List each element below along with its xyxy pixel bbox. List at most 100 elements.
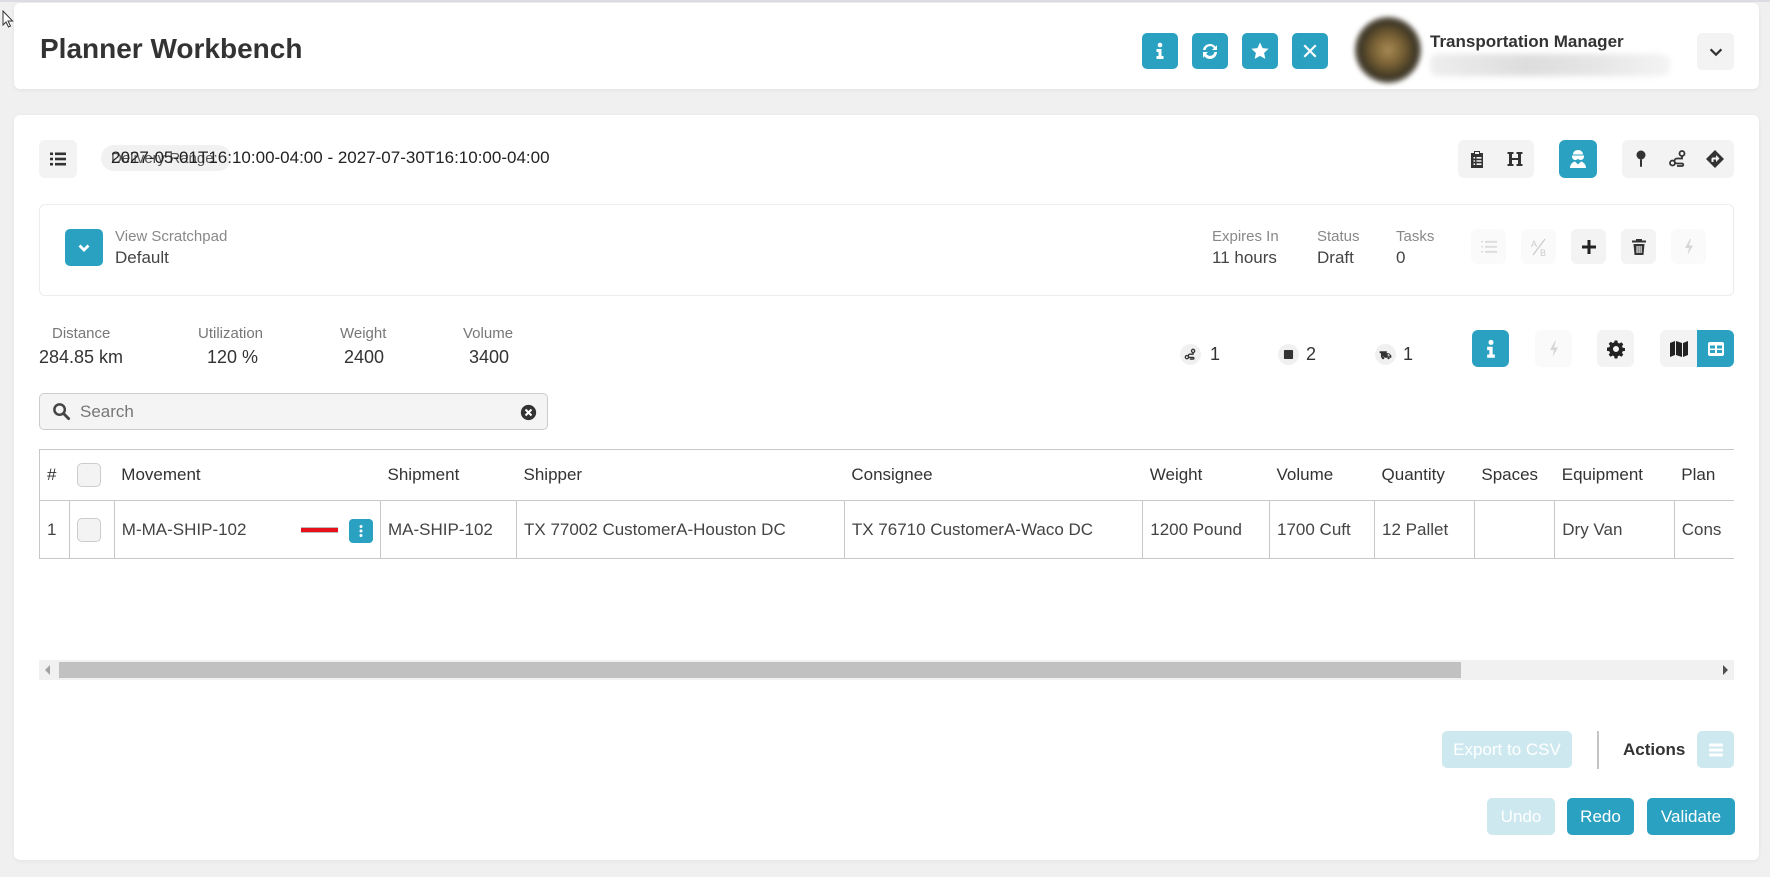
weight-value: 2400 <box>344 347 385 367</box>
row-checkbox[interactable] <box>77 517 102 542</box>
delivery-range-value: 2027-05-01T16:10:00-04:00 - 2027-07-30T1… <box>111 148 550 167</box>
settings-button[interactable] <box>1597 330 1634 367</box>
column-header-plan[interactable]: Plan <box>1674 449 1734 501</box>
movement-id[interactable]: M-MA-SHIP-102 <box>122 520 247 539</box>
delivery-range-filter[interactable]: Delivery Range: 2027-05-01T16:10:00-04:0… <box>101 145 550 171</box>
menu-toggle-button[interactable] <box>39 140 77 178</box>
optimize-button[interactable] <box>1535 330 1572 367</box>
map-view-button[interactable] <box>1660 330 1697 367</box>
error-indicator <box>300 527 338 533</box>
column-header-equipment[interactable]: Equipment <box>1554 449 1675 501</box>
utilization-value: 120 % <box>207 347 259 367</box>
quick-action-button[interactable] <box>1671 229 1706 264</box>
route-button[interactable] <box>1659 140 1696 178</box>
scrollbar-thumb[interactable] <box>59 662 1461 678</box>
shipper-cell: TX 77002 CustomerA-Houston DC <box>516 500 845 559</box>
truck-count: 1 <box>1403 344 1414 364</box>
hamburger-icon <box>1708 743 1723 756</box>
task-list-button[interactable] <box>1471 229 1506 264</box>
weight-label: Weight <box>340 325 387 342</box>
gear-icon <box>1606 340 1625 358</box>
refresh-button[interactable] <box>1192 33 1228 69</box>
utilization-label: Utilization <box>198 325 264 342</box>
row-menu-button[interactable] <box>348 519 373 543</box>
column-header-movement[interactable]: Movement <box>114 449 381 501</box>
undo-button[interactable]: Undo <box>1487 798 1555 835</box>
column-header-number[interactable]: # <box>40 449 70 501</box>
clipboard-icon <box>1471 151 1483 168</box>
export-csv-button[interactable]: Export to CSV <box>1442 731 1572 768</box>
user-name-redacted <box>1430 54 1670 76</box>
map-tools-group <box>1622 140 1734 178</box>
column-header-quantity[interactable]: Quantity <box>1374 449 1475 501</box>
compare-button[interactable]: AB <box>1521 229 1556 264</box>
tasks-value: 0 <box>1396 248 1406 267</box>
column-header-select <box>69 449 115 501</box>
bolt-icon <box>1684 238 1693 255</box>
scroll-right-arrow-icon[interactable] <box>1723 665 1728 675</box>
search-input[interactable] <box>80 398 500 425</box>
info-button[interactable] <box>1142 33 1178 69</box>
horizontal-scrollbar[interactable] <box>39 660 1734 680</box>
window-top-border <box>0 0 1770 2</box>
column-header-spaces[interactable]: Spaces <box>1474 449 1555 501</box>
column-header-weight[interactable]: Weight <box>1142 449 1270 501</box>
heading-icon <box>1507 152 1523 166</box>
scratchpad-value: Default <box>115 248 169 267</box>
redo-button[interactable]: Redo <box>1567 798 1634 835</box>
directions-button[interactable] <box>1697 140 1734 178</box>
ab-test-icon: AB <box>1531 238 1546 257</box>
page-title: Planner Workbench <box>40 33 303 64</box>
actions-menu-button[interactable] <box>1697 731 1734 768</box>
weight-cell: 1200 Pound <box>1142 500 1271 559</box>
column-header-volume[interactable]: Volume <box>1269 449 1375 501</box>
heading-button[interactable] <box>1496 140 1534 178</box>
actions-label: Actions <box>1623 740 1686 759</box>
map-pin-icon <box>1636 150 1646 167</box>
scratchpad-label: View Scratchpad <box>115 228 228 245</box>
details-info-button[interactable] <box>1472 330 1509 367</box>
close-icon <box>1303 44 1317 58</box>
table-icon <box>1707 341 1724 356</box>
numbered-list-icon <box>1480 240 1497 253</box>
map-pin-button[interactable] <box>1622 140 1659 178</box>
volume-cell: 1700 Cuft <box>1269 500 1376 559</box>
bolt-icon <box>1549 340 1558 357</box>
info-icon <box>1156 42 1164 59</box>
driver-view-button[interactable] <box>1559 140 1597 178</box>
column-header-consignee[interactable]: Consignee <box>844 449 1143 501</box>
scroll-left-arrow-icon[interactable] <box>45 665 50 675</box>
validate-button[interactable]: Validate <box>1647 798 1735 835</box>
view-mode-toggle <box>1660 330 1734 367</box>
favorite-button[interactable] <box>1242 33 1278 69</box>
quantity-cell: 12 Pallet <box>1374 500 1475 559</box>
refresh-icon <box>1203 43 1217 59</box>
column-header-shipper[interactable]: Shipper <box>516 449 845 501</box>
volume-label: Volume <box>463 325 514 342</box>
stop-count: 2 <box>1306 344 1317 364</box>
add-button[interactable] <box>1571 229 1606 264</box>
delete-button[interactable] <box>1621 229 1656 264</box>
table-row[interactable]: 1 M-MA-SHIP-102 MA-SHIP-102 TX 77002 Cus… <box>40 500 1734 559</box>
user-avatar[interactable] <box>1354 16 1422 84</box>
select-all-checkbox[interactable] <box>76 463 101 487</box>
row-number: 1 <box>40 500 71 559</box>
kebab-menu-icon <box>359 525 363 537</box>
equipment-cell: Dry Van <box>1554 500 1675 559</box>
clipboard-button[interactable] <box>1458 140 1496 178</box>
route-count-icon <box>1180 344 1201 365</box>
truck-icon <box>1379 351 1392 360</box>
close-button[interactable] <box>1292 33 1328 69</box>
column-header-shipment[interactable]: Shipment <box>380 449 517 501</box>
star-icon <box>1251 42 1269 59</box>
plan-cell: Cons <box>1674 500 1734 559</box>
truck-count-icon <box>1375 344 1396 365</box>
clear-search-icon[interactable] <box>520 404 537 421</box>
user-menu-button[interactable] <box>1697 33 1734 70</box>
table-view-button[interactable] <box>1697 330 1734 367</box>
svg-text:B: B <box>1540 248 1546 257</box>
footer-divider <box>1597 731 1599 769</box>
mouse-cursor-icon <box>2 10 14 28</box>
route-icon <box>1184 348 1196 360</box>
scratchpad-expand-button[interactable] <box>65 229 103 266</box>
